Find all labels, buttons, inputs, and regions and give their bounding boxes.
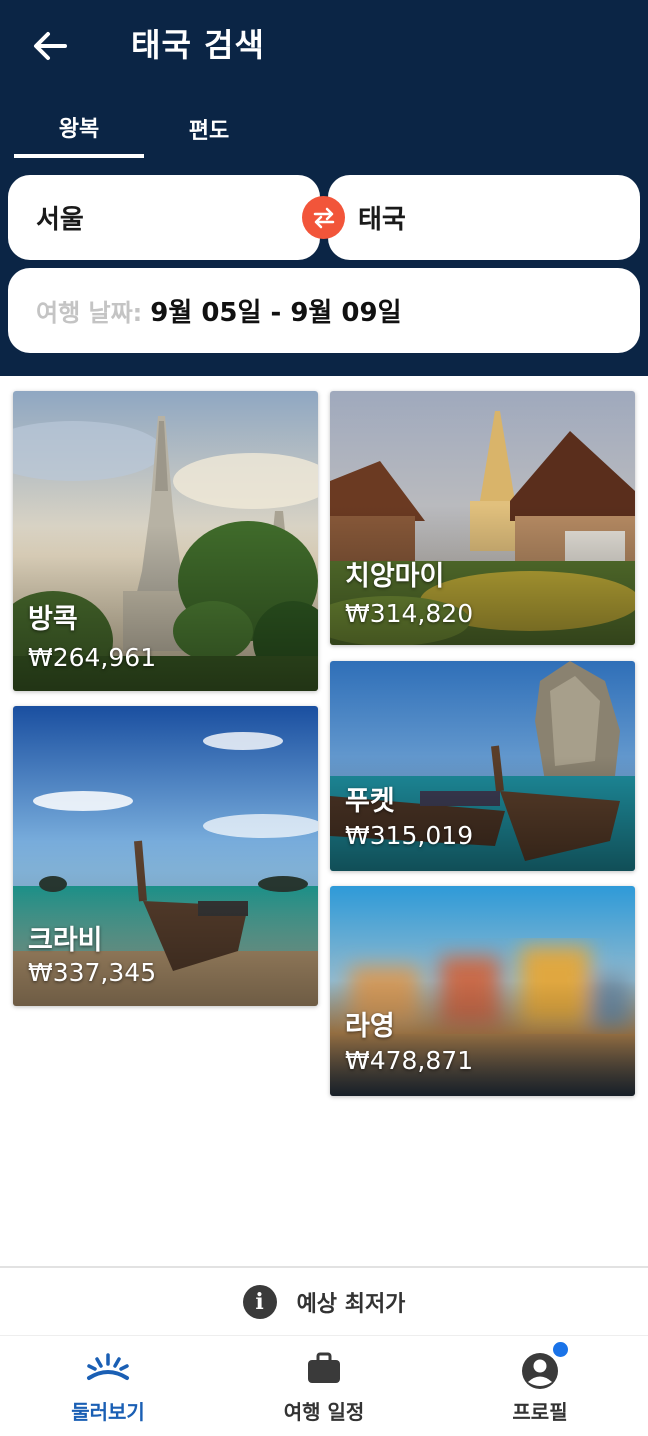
bottom-nav: 둘러보기 여행 일정 프로필	[0, 1335, 648, 1436]
arrow-left-icon	[34, 32, 67, 60]
nav-explore[interactable]: 둘러보기	[0, 1336, 216, 1436]
card-city: 크라비	[28, 925, 103, 956]
tab-oneway[interactable]: 편도	[144, 100, 274, 158]
destination-card-krabi[interactable]: 크라비 ₩337,345	[13, 706, 318, 1006]
page-title: 태국 검색	[131, 26, 265, 64]
nav-explore-label: 둘러보기	[71, 1400, 145, 1424]
travel-date-field[interactable]: 여행 날짜: 9월 05일 - 9월 09일	[8, 268, 640, 353]
card-price: ₩478,871	[345, 1046, 474, 1075]
card-price: ₩314,820	[345, 599, 474, 628]
info-icon: i	[242, 1285, 277, 1319]
card-city: 푸켓	[345, 786, 395, 817]
swap-arrows-icon	[313, 207, 334, 228]
destination-card-rayong[interactable]: 라영 ₩478,871	[330, 886, 635, 1096]
travel-date-label: 여행 날짜:	[36, 299, 143, 327]
swap-button[interactable]	[302, 196, 345, 239]
nav-profile[interactable]: 프로필	[432, 1336, 648, 1436]
destination-card-chiangmai[interactable]: 치앙마이 ₩314,820	[330, 391, 635, 645]
notification-dot	[553, 1342, 568, 1357]
briefcase-icon	[308, 1352, 340, 1383]
origin-value: 서울	[36, 205, 84, 235]
back-button[interactable]	[28, 24, 72, 68]
destination-card-phuket[interactable]: 푸켓 ₩315,019	[330, 661, 635, 871]
lowest-price-label: 예상 최저가	[296, 1292, 406, 1317]
nav-trips-label: 여행 일정	[283, 1400, 365, 1424]
lowest-price-bar[interactable]: i 예상 최저가	[0, 1266, 648, 1336]
card-price: ₩337,345	[28, 958, 157, 987]
destination-value: 태국	[358, 205, 406, 235]
origin-field[interactable]: 서울	[8, 175, 320, 260]
tab-roundtrip[interactable]: 왕복	[14, 100, 144, 158]
card-city: 치앙마이	[345, 561, 445, 592]
card-price: ₩315,019	[345, 821, 474, 850]
sunrise-icon	[87, 1353, 129, 1380]
nav-profile-label: 프로필	[512, 1400, 568, 1424]
nav-trips[interactable]: 여행 일정	[216, 1336, 432, 1436]
card-city: 방콕	[28, 604, 78, 635]
profile-icon	[522, 1353, 558, 1389]
card-city: 라영	[345, 1011, 395, 1042]
header: 태국 검색 왕복 편도 서울 태국 여행 날짜: 9월 05일 - 9월 09일	[0, 0, 648, 376]
destination-field[interactable]: 태국	[328, 175, 640, 260]
travel-date-value: 9월 05일 - 9월 09일	[150, 298, 402, 328]
destination-card-bangkok[interactable]: 방콕 ₩264,961	[13, 391, 318, 691]
card-price: ₩264,961	[28, 643, 157, 672]
